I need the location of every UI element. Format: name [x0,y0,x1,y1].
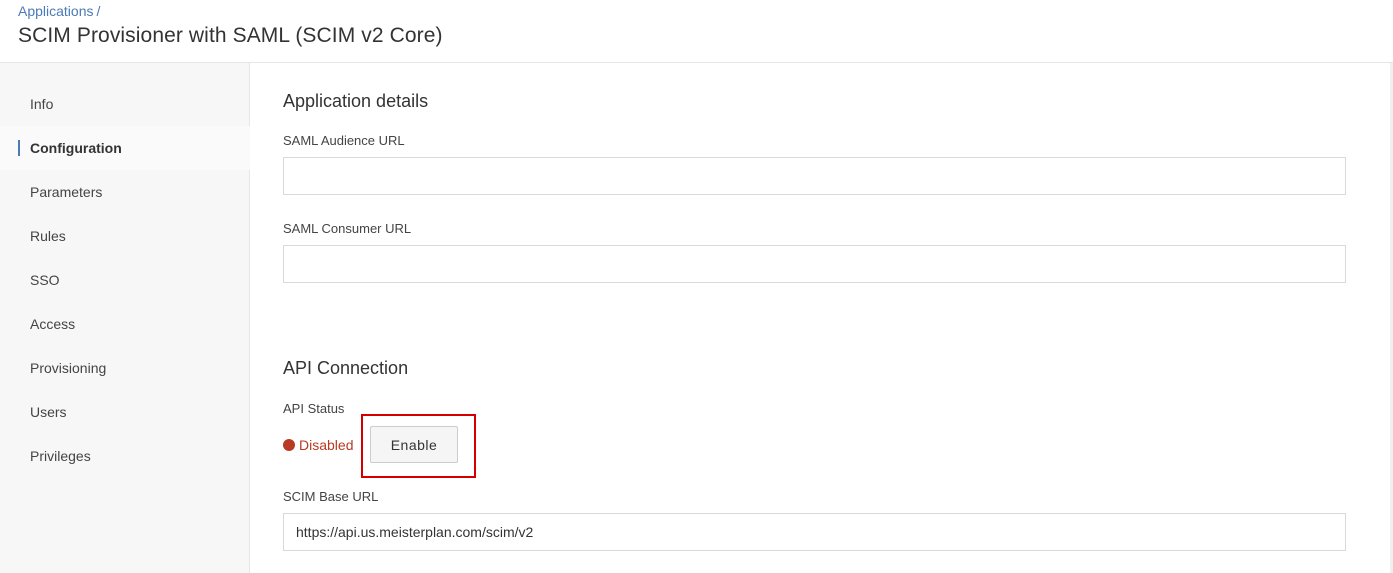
active-indicator [18,140,20,156]
saml-audience-url-label: SAML Audience URL [283,133,405,148]
enable-button[interactable]: Enable [370,426,458,463]
sidebar-item-privileges[interactable]: Privileges [0,434,250,478]
sidebar-item-provisioning[interactable]: Provisioning [0,346,250,390]
sidebar-item-configuration[interactable]: Configuration [0,126,250,170]
sidebar-item-info[interactable]: Info [0,82,250,126]
page-title: SCIM Provisioner with SAML (SCIM v2 Core… [18,24,443,47]
breadcrumb: Applications / [18,3,100,19]
api-connection-heading: API Connection [283,358,409,378]
breadcrumb-applications-link[interactable]: Applications [18,3,94,19]
api-status-value: Disabled [299,437,354,453]
sidebar-item-label: Rules [30,228,66,244]
sidebar-item-label: Users [30,404,67,420]
sidebar-item-label: Info [30,96,54,112]
api-status-indicator: Disabled [283,426,353,464]
application-details-heading: Application details [283,91,429,111]
sidebar-item-label: Parameters [30,184,103,200]
sidebar-item-label: Privileges [30,448,91,464]
sidebar-item-rules[interactable]: Rules [0,214,250,258]
sidebar-nav: Info Configuration Parameters Rules SSO … [0,63,250,573]
breadcrumb-separator: / [96,3,101,19]
sidebar-item-label: Configuration [30,140,122,156]
saml-consumer-url-label: SAML Consumer URL [283,221,412,236]
sidebar-item-label: SSO [30,272,60,288]
scim-base-url-label: SCIM Base URL [283,489,379,504]
status-dot-icon [283,439,295,451]
sidebar-item-access[interactable]: Access [0,302,250,346]
sidebar-item-sso[interactable]: SSO [0,258,250,302]
page-header: Applications / SCIM Provisioner with SAML… [0,0,1393,63]
main-content: Application details SAML Audience URL SA… [251,63,1393,573]
api-status-label: API Status [283,401,345,416]
sidebar-item-label: Access [30,316,76,332]
sidebar-item-users[interactable]: Users [0,390,250,434]
sidebar-item-label: Provisioning [30,360,107,376]
sidebar-item-parameters[interactable]: Parameters [0,170,250,214]
saml-consumer-url-input[interactable] [283,245,1346,283]
scim-base-url-input[interactable] [283,513,1346,551]
saml-audience-url-input[interactable] [283,157,1346,195]
